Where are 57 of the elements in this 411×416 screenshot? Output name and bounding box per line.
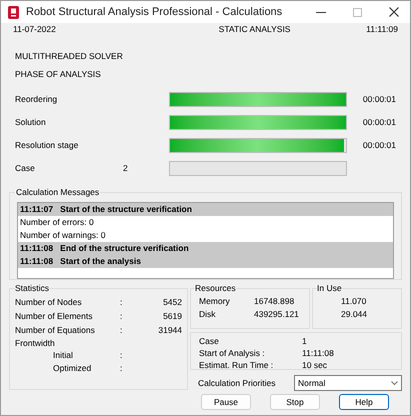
resource-label: Memory [199, 295, 231, 308]
separator: : [120, 296, 124, 308]
dialog-button[interactable]: Help [339, 394, 389, 410]
case-label: Start of Analysis : [199, 346, 266, 360]
stat-label: Number of Elements [15, 310, 94, 322]
separator: : [120, 324, 124, 336]
app-logo-icon [8, 6, 19, 18]
stat-value: 31944 [157, 324, 182, 336]
stat-label: Number of Equations [15, 324, 96, 336]
chevron-down-icon [391, 381, 398, 385]
priority-dropdown[interactable]: Normal [294, 375, 402, 391]
phase-label: Reordering [15, 93, 58, 106]
stat-value: 5452 [162, 296, 182, 308]
resource-label: Disk [199, 308, 217, 321]
group-title: Calculation Messages [15, 187, 100, 197]
dialog-button[interactable]: Pause [201, 394, 251, 410]
case-value: 10 sec [302, 358, 328, 372]
priorities-label: Calculation Priorities [198, 376, 276, 390]
in-use-value: 29.044 [341, 308, 368, 321]
stat-label: Number of Nodes [15, 296, 83, 308]
case-value: 1 [302, 334, 307, 348]
phase-label: Case [15, 162, 36, 175]
case-value: 11:11:08 [302, 346, 334, 360]
group-title: Statistics [15, 283, 50, 293]
message-row: 11:11:08 Start of the analysis [18, 255, 393, 268]
message-row-text: Number of warnings: 0 [19, 229, 107, 242]
group-title: Resources [195, 283, 236, 293]
in-use-value: 11.070 [341, 295, 368, 308]
time-label: 11:11:09 [366, 23, 398, 36]
stat-value: 5619 [162, 310, 182, 322]
analysis-type: STATIC ANALYSIS [218, 23, 292, 36]
phase-label: Resolution stage [15, 139, 80, 152]
separator: : [120, 362, 122, 375]
elapsed-time: 00:00:01 [362, 116, 396, 129]
message-row-text: Number of errors: 0 [19, 216, 95, 229]
dialog-button[interactable]: Stop [270, 394, 320, 410]
stat-label: Frontwidth [15, 337, 56, 349]
resource-value: 16748.898 [254, 295, 294, 308]
separator: : [120, 310, 124, 322]
message-row: 11:11:08 End of the structure verification [18, 242, 393, 255]
phase-value: 2 [123, 162, 129, 175]
resource-value: 439295.121 [254, 308, 299, 321]
solver-label: MULTITHREADED SOLVER [14, 50, 124, 63]
window-title: Robot Structural Analysis Professional - Calculations [26, 4, 282, 20]
phase-title: PHASE OF ANALYSIS [14, 68, 102, 81]
group-title: In Use [317, 283, 342, 293]
case-label: Estimat. Run Time : [199, 358, 274, 372]
stat-label: Optimized [52, 362, 92, 375]
phase-label: Solution [15, 116, 47, 129]
elapsed-time: 00:00:01 [362, 139, 396, 152]
date-label: 11-07-2022 [13, 23, 57, 36]
message-row: 11:11:07 Start of the structure verification [18, 203, 393, 216]
stat-label: Initial [52, 349, 74, 362]
separator: : [120, 349, 122, 362]
case-label: Case [199, 334, 220, 348]
elapsed-time: 00:00:01 [362, 93, 396, 106]
close-icon[interactable] [389, 7, 399, 17]
